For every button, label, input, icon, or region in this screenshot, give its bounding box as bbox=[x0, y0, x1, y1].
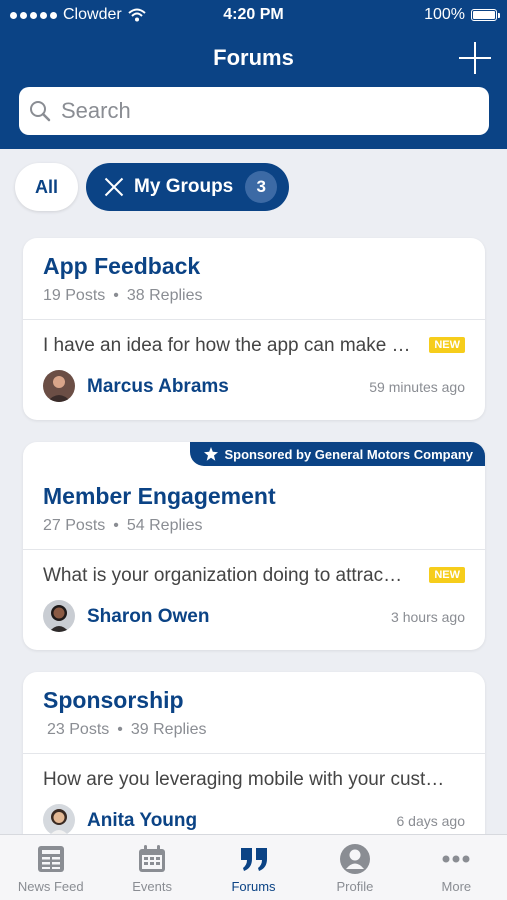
search-input[interactable] bbox=[59, 97, 463, 125]
quote-icon bbox=[240, 848, 267, 871]
forum-stats: 23 Posts • 39 Replies bbox=[47, 721, 206, 739]
separator-dot: • bbox=[113, 287, 119, 304]
separator-dot: • bbox=[117, 721, 123, 738]
forum-stats: 27 Posts • 54 Replies bbox=[43, 517, 202, 535]
author-name[interactable]: Anita Young bbox=[87, 810, 197, 832]
divider bbox=[23, 319, 485, 320]
forum-card[interactable]: App Feedback 19 Posts • 38 Replies I have … bbox=[23, 238, 485, 420]
filter-chips: All My Groups 3 bbox=[15, 163, 290, 211]
person-icon bbox=[339, 844, 370, 874]
avatar bbox=[43, 600, 75, 632]
search-bar[interactable] bbox=[19, 87, 489, 135]
filter-all-chip[interactable]: All bbox=[15, 163, 79, 211]
latest-post-preview[interactable]: What is your organization doing to attra… bbox=[43, 565, 423, 587]
tab-more[interactable]: More bbox=[406, 835, 507, 900]
posts-count: 27 Posts bbox=[43, 517, 106, 534]
filter-my-groups-label: My Groups bbox=[134, 176, 234, 197]
avatar bbox=[43, 370, 75, 402]
tab-profile[interactable]: Profile bbox=[304, 835, 405, 900]
replies-count: 39 Replies bbox=[130, 721, 207, 738]
separator-dot: • bbox=[113, 517, 119, 534]
post-time: 3 hours ago bbox=[391, 609, 465, 625]
tab-label: News Feed bbox=[17, 879, 84, 894]
divider bbox=[23, 753, 485, 754]
tab-forums[interactable]: Forums bbox=[203, 835, 304, 900]
tab-label: Forums bbox=[231, 879, 276, 894]
battery-icon bbox=[471, 9, 500, 21]
author-name[interactable]: Sharon Owen bbox=[87, 606, 209, 628]
tab-events[interactable]: Events bbox=[101, 835, 202, 900]
filter-all-label: All bbox=[35, 176, 59, 197]
divider bbox=[23, 549, 485, 550]
posts-count: 19 Posts bbox=[43, 287, 106, 304]
tab-label: More bbox=[441, 879, 472, 894]
post-time: 59 minutes ago bbox=[369, 379, 465, 395]
close-icon[interactable] bbox=[104, 177, 124, 197]
sponsored-label: Sponsored by General Motors Company bbox=[224, 446, 474, 462]
posts-count: 23 Posts bbox=[47, 721, 110, 738]
forum-title[interactable]: App Feedback bbox=[43, 253, 200, 280]
calendar-icon bbox=[139, 845, 166, 872]
forum-title[interactable]: Member Engagement bbox=[43, 483, 276, 510]
latest-post-preview[interactable]: How are you leveraging mobile with your … bbox=[43, 769, 463, 791]
new-badge: NEW bbox=[429, 567, 465, 583]
filter-my-groups-chip[interactable]: My Groups 3 bbox=[86, 163, 290, 211]
replies-count: 54 Replies bbox=[126, 517, 203, 534]
forum-title[interactable]: Sponsorship bbox=[43, 687, 184, 714]
battery-percent: 100% bbox=[424, 6, 465, 23]
page-title: Forums bbox=[213, 45, 294, 70]
tab-label: Profile bbox=[336, 879, 374, 894]
sponsored-banner: Sponsored by General Motors Company bbox=[189, 442, 485, 466]
groups-count-badge: 3 bbox=[245, 171, 278, 203]
header-bar: Clowder 4:20 PM 100% Forums bbox=[0, 0, 507, 149]
more-dots-icon bbox=[442, 855, 470, 863]
author-name[interactable]: Marcus Abrams bbox=[87, 376, 229, 398]
newspaper-icon bbox=[37, 846, 64, 872]
latest-post-preview[interactable]: I have an idea for how the app can make … bbox=[43, 335, 423, 357]
forum-stats: 19 Posts • 38 Replies bbox=[43, 287, 202, 305]
replies-count: 38 Replies bbox=[126, 287, 203, 304]
search-icon bbox=[30, 101, 51, 122]
tab-label: Events bbox=[132, 879, 172, 894]
tab-news-feed[interactable]: News Feed bbox=[0, 835, 101, 900]
plus-icon[interactable] bbox=[459, 42, 491, 74]
new-badge: NEW bbox=[429, 337, 465, 353]
avatar bbox=[43, 804, 75, 836]
forum-card[interactable]: Sponsored by General Motors Company Memb… bbox=[23, 442, 485, 650]
star-icon bbox=[203, 447, 218, 461]
tab-bar: News Feed Events Forums Profile More bbox=[0, 834, 507, 900]
status-bar: Clowder 4:20 PM 100% bbox=[0, 0, 507, 30]
post-time: 6 days ago bbox=[396, 813, 466, 829]
